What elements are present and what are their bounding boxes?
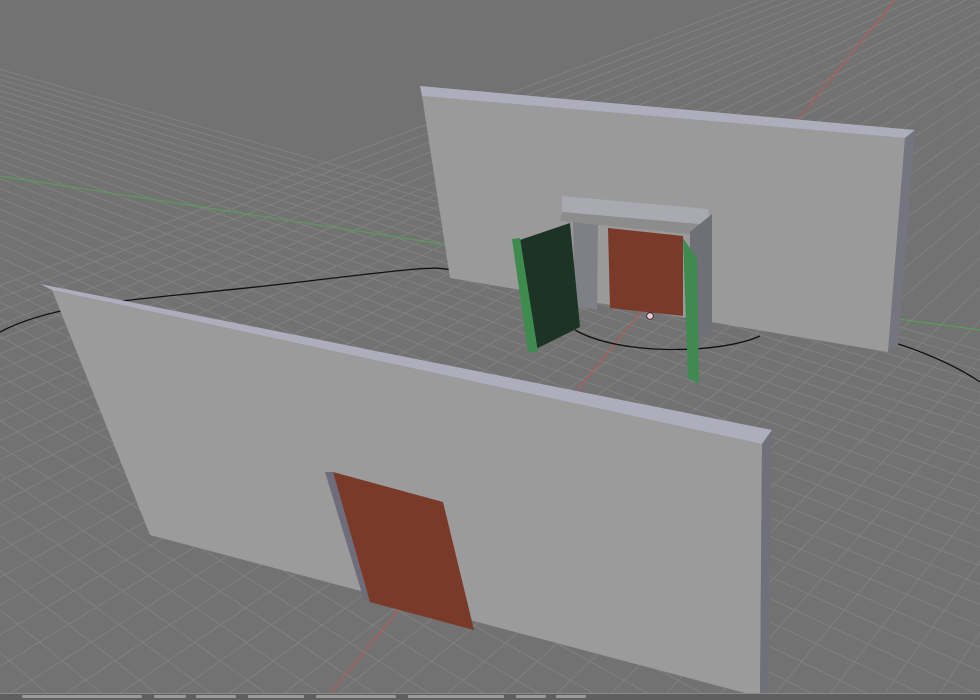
header-button[interactable] xyxy=(248,695,304,698)
scene-canvas[interactable] xyxy=(0,0,980,700)
grid-line xyxy=(879,560,980,700)
object-origin-dot xyxy=(646,312,654,320)
front-wall-side xyxy=(760,430,772,697)
header-button[interactable] xyxy=(154,695,186,698)
front-wall[interactable] xyxy=(40,284,772,697)
header-button[interactable] xyxy=(22,695,142,698)
header-button[interactable] xyxy=(556,695,586,698)
header-button[interactable] xyxy=(196,695,236,698)
3d-viewport[interactable] xyxy=(0,0,980,700)
camera-path-curve-back xyxy=(574,329,761,351)
viewport-header-strip[interactable] xyxy=(0,693,980,700)
header-button[interactable] xyxy=(316,695,396,698)
header-button[interactable] xyxy=(408,695,504,698)
back-door-panel xyxy=(608,228,683,316)
y-axis-line xyxy=(0,175,456,247)
header-button[interactable] xyxy=(516,695,546,698)
